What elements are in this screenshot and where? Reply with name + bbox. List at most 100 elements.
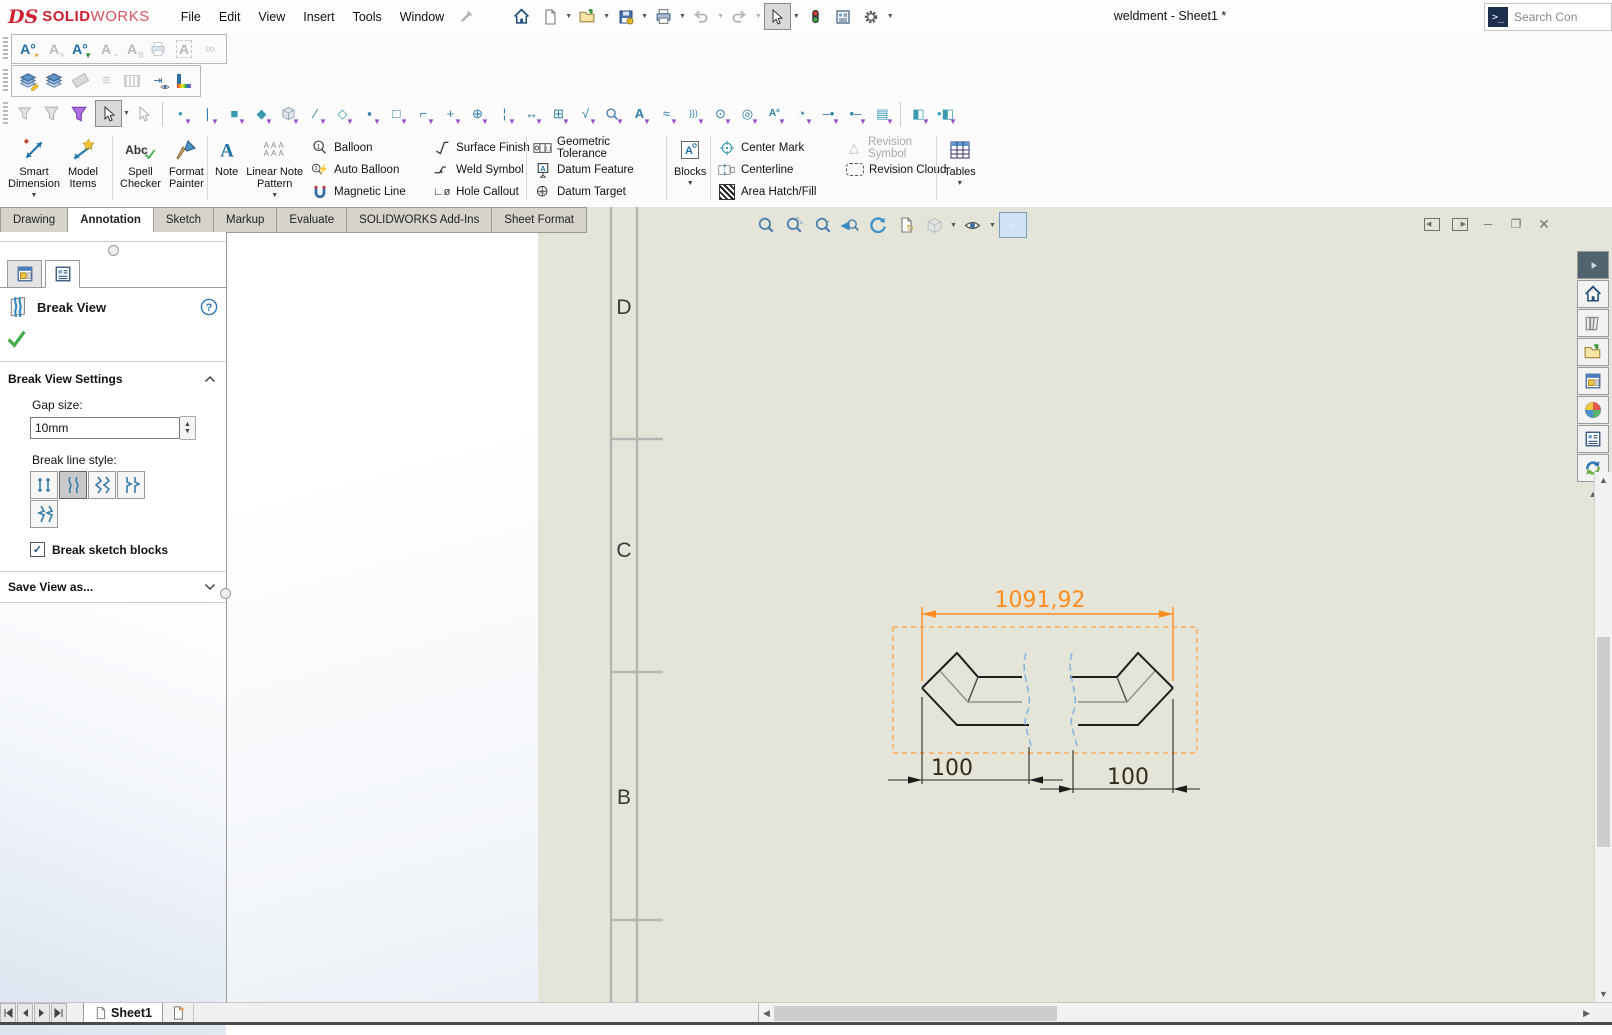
- new-document-caret-icon[interactable]: ▼: [565, 13, 572, 20]
- select-arrow-caret-icon[interactable]: ▼: [123, 110, 130, 117]
- tab-sheet-format[interactable]: Sheet Format: [492, 207, 587, 233]
- property-manager-tab[interactable]: [45, 260, 80, 288]
- filter-solid-bodies-icon[interactable]: ▼: [275, 100, 302, 127]
- note-new-icon[interactable]: A°✶: [15, 36, 41, 61]
- filter-routing-points-icon[interactable]: •–▼: [842, 100, 869, 127]
- filter-planes-icon[interactable]: ◇▼: [329, 100, 356, 127]
- filter-vertices-icon[interactable]: •▼: [167, 100, 194, 127]
- tables-caret-icon[interactable]: ▼: [956, 180, 963, 187]
- filter-connection-points-icon[interactable]: –•▼: [815, 100, 842, 127]
- layer-new-icon[interactable]: [41, 68, 67, 93]
- panel-splitter-handle[interactable]: [220, 588, 231, 599]
- geometric-tolerance-button[interactable]: Geometric Tolerance: [530, 138, 662, 157]
- menu-insert[interactable]: Insert: [294, 5, 343, 29]
- scroll-left-arrow-icon[interactable]: ◀: [759, 1008, 774, 1019]
- next-pane-icon[interactable]: ▶: [1448, 215, 1472, 233]
- filter-sketch-segments-icon[interactable]: ⌐▼: [410, 100, 437, 127]
- display-style-caret-icon[interactable]: ▼: [950, 222, 957, 229]
- datum-target-button[interactable]: Datum Target: [530, 182, 662, 201]
- horizontal-scroll-thumb[interactable]: [774, 1006, 1057, 1021]
- 3dexperience-button[interactable]: [1577, 251, 1609, 279]
- menu-view[interactable]: View: [249, 5, 294, 29]
- print-caret-icon[interactable]: ▼: [679, 13, 686, 20]
- horizontal-scrollbar[interactable]: ◀ ▶: [758, 1003, 1592, 1023]
- previous-view-icon[interactable]: ◀: [837, 213, 863, 237]
- select-arrow-button[interactable]: [95, 100, 122, 127]
- minimize-window-icon[interactable]: ─: [1476, 215, 1500, 233]
- tab-sketch[interactable]: Sketch: [154, 207, 214, 233]
- pin-menu-icon[interactable]: [453, 3, 480, 30]
- rotate-view-icon[interactable]: [865, 213, 891, 237]
- graphics-area[interactable]: D C B 1091,92: [225, 207, 1612, 1002]
- home-taskpane-button[interactable]: [1577, 280, 1609, 308]
- display-option-2-icon[interactable]: •◧▼: [932, 100, 959, 127]
- last-sheet-button[interactable]: [51, 1003, 67, 1023]
- filter-datum-targets-icon[interactable]: ◎▼: [734, 100, 761, 127]
- filter-notes-icon[interactable]: A▼: [626, 100, 653, 127]
- close-window-icon[interactable]: ✕: [1532, 215, 1556, 233]
- vertical-scrollbar[interactable]: ▲ ▼: [1594, 472, 1612, 1002]
- magnetic-line-button[interactable]: Magnetic Line: [307, 182, 429, 201]
- tab-drawing[interactable]: Drawing: [0, 207, 68, 233]
- filter-surface-bodies-icon[interactable]: ◆▼: [248, 100, 275, 127]
- filter-clear-all-icon[interactable]: [38, 100, 65, 127]
- custom-properties-button[interactable]: [1577, 425, 1609, 453]
- save-view-as-header[interactable]: Save View as...: [8, 580, 93, 594]
- open-caret-icon[interactable]: ▼: [603, 13, 610, 20]
- 3d-drawing-view-icon[interactable]: ↻: [893, 213, 919, 237]
- spell-checker-button[interactable]: Abc Spell Checker: [116, 134, 165, 203]
- add-sheet-button[interactable]: ✶: [163, 1003, 194, 1023]
- ok-button[interactable]: [0, 320, 226, 349]
- open-document-button[interactable]: [574, 3, 601, 30]
- view-settings-button[interactable]: [999, 212, 1027, 238]
- display-option-1-icon[interactable]: ◧▼: [905, 100, 932, 127]
- toolbar-grip[interactable]: [3, 102, 8, 126]
- select-caret-icon[interactable]: ▼: [793, 13, 800, 20]
- filter-balloons-icon[interactable]: ⊙▼: [707, 100, 734, 127]
- filter-blocks-icon[interactable]: ▤▼: [869, 100, 896, 127]
- datum-feature-button[interactable]: Datum Feature: [530, 160, 662, 179]
- note-move-icon[interactable]: A°▼: [67, 36, 93, 61]
- weld-symbol-button[interactable]: Weld Symbol: [429, 160, 535, 179]
- scroll-right-arrow-icon[interactable]: ▶: [1583, 1008, 1590, 1019]
- layer-edit-icon[interactable]: [15, 68, 41, 93]
- previous-pane-icon[interactable]: ◀: [1420, 215, 1444, 233]
- filter-midpoints-icon[interactable]: +▼: [437, 100, 464, 127]
- tables-button[interactable]: Tables ▼: [940, 134, 980, 203]
- display-style-icon[interactable]: [921, 213, 947, 237]
- model-items-button[interactable]: Model Items: [64, 134, 102, 203]
- selection-status-icon[interactable]: [802, 3, 829, 30]
- save-caret-icon[interactable]: ▼: [641, 13, 648, 20]
- filter-annotations-icon[interactable]: A°▼: [761, 100, 788, 127]
- tab-solidworks-add-ins[interactable]: SOLIDWORKS Add-Ins: [347, 207, 492, 233]
- filter-magnifier-icon[interactable]: ▼: [599, 100, 626, 127]
- drawing-canvas[interactable]: D C B 1091,92: [225, 207, 1612, 1002]
- restore-window-icon[interactable]: ❐: [1504, 215, 1528, 233]
- filter-dimensions-icon[interactable]: ↔▼: [518, 100, 545, 127]
- sheet1-tab[interactable]: Sheet1: [83, 1003, 163, 1023]
- filter-axes-icon[interactable]: ∕▼: [302, 100, 329, 127]
- menu-edit[interactable]: Edit: [210, 5, 250, 29]
- filter-edges-icon[interactable]: ❘▼: [194, 100, 221, 127]
- panel-resize-handle[interactable]: [0, 242, 226, 259]
- hide-show-items-icon[interactable]: [960, 213, 986, 237]
- break-style-jagged-button[interactable]: [30, 500, 58, 528]
- file-properties-button[interactable]: [830, 3, 857, 30]
- options-button[interactable]: [858, 3, 885, 30]
- help-button[interactable]: [200, 298, 218, 316]
- break-style-small-zigzag-button[interactable]: [117, 471, 145, 499]
- toolbar-grip[interactable]: [3, 69, 8, 93]
- search-commands-box[interactable]: >_ Search Con: [1484, 3, 1612, 31]
- surface-finish-button[interactable]: Surface Finish: [429, 138, 535, 157]
- hide-show-annotations-icon[interactable]: ⇥: [145, 68, 171, 93]
- gap-size-input[interactable]: 10mm: [30, 417, 180, 439]
- filter-toggle-icon[interactable]: [65, 100, 92, 127]
- zoom-to-selection-icon[interactable]: ⌐: [809, 213, 835, 237]
- filter-weld-symbols-icon[interactable]: ≈▼: [653, 100, 680, 127]
- hide-show-caret-icon[interactable]: ▼: [989, 222, 996, 229]
- tab-annotation[interactable]: Annotation: [68, 207, 154, 233]
- menu-window[interactable]: Window: [391, 5, 453, 29]
- centerline-button[interactable]: Centerline: [714, 160, 842, 179]
- new-document-button[interactable]: [536, 3, 563, 30]
- zoom-to-fit-icon[interactable]: [753, 213, 779, 237]
